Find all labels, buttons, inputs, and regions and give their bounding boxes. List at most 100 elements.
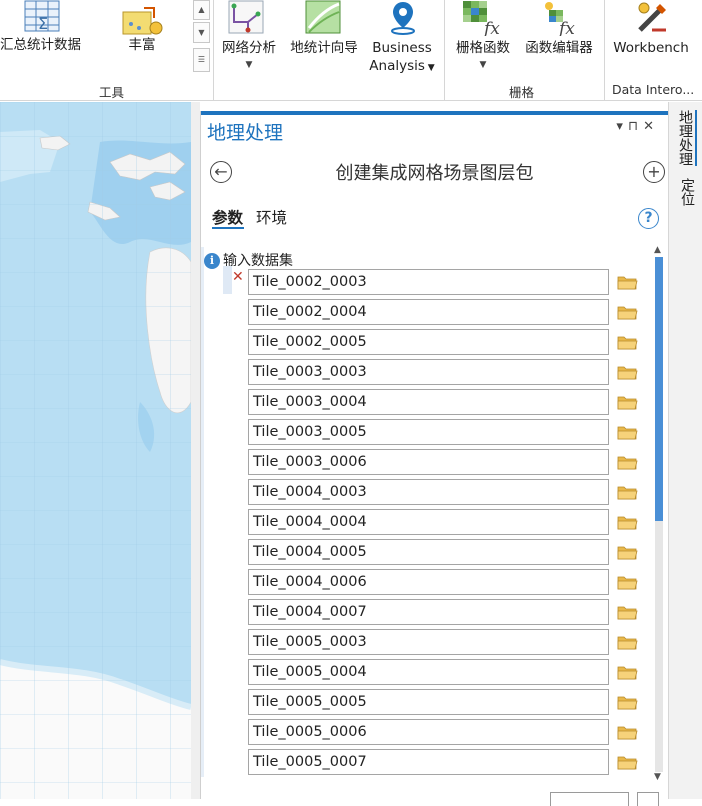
dataset-field[interactable]: Tile_0004_0003 — [248, 479, 609, 505]
svg-text:fx: fx — [482, 19, 500, 36]
info-icon[interactable]: i — [204, 253, 220, 269]
parameters-panel: i 输入数据集 ✕ Tile_0002_0003 Tile_0002_0004 Ti… — [201, 245, 668, 785]
summary-stats-icon: Σ — [24, 0, 60, 33]
dataset-row: Tile_0003_0005 — [248, 419, 668, 449]
folder-icon[interactable] — [617, 664, 638, 680]
ribbon-separator — [604, 0, 605, 100]
network-analysis-label: 网络分析 — [222, 40, 276, 56]
folder-icon[interactable] — [617, 424, 638, 440]
tab-parameters[interactable]: 参数 — [212, 206, 243, 228]
gallery-scroll-down[interactable]: ▼ — [193, 22, 210, 43]
gallery-expand[interactable]: ☰ — [193, 48, 210, 72]
enrich-button[interactable]: 丰富 — [112, 0, 172, 58]
folder-icon[interactable] — [617, 334, 638, 350]
dataset-row: Tile_0003_0004 — [248, 389, 668, 419]
dataset-field[interactable]: Tile_0005_0006 — [248, 719, 609, 745]
raster-functions-label: 栅格函数 — [456, 40, 510, 56]
close-icon[interactable]: ✕ — [643, 119, 659, 134]
scroll-down-icon[interactable]: ▼ — [654, 772, 661, 782]
folder-icon[interactable] — [617, 724, 638, 740]
dataset-field[interactable]: Tile_0003_0003 — [248, 359, 609, 385]
folder-icon[interactable] — [617, 544, 638, 560]
dataset-row: Tile_0004_0003 — [248, 479, 668, 509]
pin-icon[interactable]: ⊓ — [628, 119, 643, 134]
side-tab-geoprocessing[interactable]: 地理处理 — [677, 110, 697, 166]
dataset-field[interactable]: Tile_0005_0005 — [248, 689, 609, 715]
dataset-list: Tile_0002_0003 Tile_0002_0004 Tile_0002_00… — [248, 269, 668, 779]
run-button[interactable] — [550, 792, 629, 806]
geostat-wizard-button[interactable]: 地统计向导 — [285, 0, 363, 58]
scroll-up-icon[interactable]: ▲ — [654, 245, 661, 255]
ribbon-separator — [444, 0, 445, 100]
dataset-row: Tile_0005_0005 — [248, 689, 668, 719]
folder-icon[interactable] — [617, 754, 638, 770]
scroll-thumb[interactable] — [655, 257, 663, 521]
dataset-field[interactable]: Tile_0005_0003 — [248, 629, 609, 655]
network-analysis-icon — [228, 0, 264, 34]
pane-splitter[interactable] — [191, 102, 200, 799]
dataset-field[interactable]: Tile_0003_0006 — [248, 449, 609, 475]
help-icon[interactable]: ? — [638, 208, 659, 229]
input-datasets-label: 输入数据集 — [223, 253, 293, 269]
geoprocessing-pane: 地理处理 ▾⊓✕ ← 创建集成网格场景图层包 + 参数 环境 ? i 输入数据集… — [200, 111, 668, 806]
folder-icon[interactable] — [617, 274, 638, 290]
dataset-row: Tile_0005_0003 — [248, 629, 668, 659]
pane-scrollbar[interactable]: ▲ ▼ — [652, 245, 666, 785]
dataset-field[interactable]: Tile_0002_0004 — [248, 299, 609, 325]
business-analysis-label-1: Business — [372, 40, 432, 56]
chevron-down-icon: ▼ — [424, 63, 435, 73]
add-button[interactable]: + — [643, 161, 665, 183]
dataset-row: Tile_0002_0005 — [248, 329, 668, 359]
folder-icon[interactable] — [617, 304, 638, 320]
dataset-field[interactable]: Tile_0004_0006 — [248, 569, 609, 595]
pane-options-icon[interactable]: ▾ — [616, 119, 628, 134]
folder-icon[interactable] — [617, 484, 638, 500]
dataset-field[interactable]: Tile_0003_0004 — [248, 389, 609, 415]
folder-icon[interactable] — [617, 694, 638, 710]
folder-icon[interactable] — [617, 574, 638, 590]
run-options-button[interactable] — [637, 792, 659, 806]
param-indicator-bar — [201, 247, 204, 777]
folder-icon[interactable] — [617, 394, 638, 410]
tool-title: 创建集成网格场景图层包 — [335, 163, 534, 184]
function-editor-label: 函数编辑器 — [525, 40, 593, 56]
gallery-scroll-up[interactable]: ▲ — [193, 0, 210, 20]
dataset-row: Tile_0004_0004 — [248, 509, 668, 539]
folder-icon[interactable] — [617, 364, 638, 380]
business-analysis-button[interactable]: Business Analysis ▼ — [366, 0, 438, 76]
dataset-field[interactable]: Tile_0005_0004 — [248, 659, 609, 685]
dataset-field[interactable]: Tile_0005_0007 — [248, 749, 609, 775]
map-view[interactable] — [0, 102, 191, 799]
chevron-down-icon: ▼ — [245, 60, 253, 70]
dataset-field[interactable]: Tile_0004_0007 — [248, 599, 609, 625]
network-analysis-button[interactable]: 网络分析 ▼ — [216, 0, 282, 74]
dataset-field[interactable]: Tile_0004_0004 — [248, 509, 609, 535]
dataset-field[interactable]: Tile_0002_0003 — [248, 269, 609, 295]
selected-row-marker — [223, 266, 232, 294]
business-analysis-icon — [391, 2, 415, 35]
remove-icon[interactable]: ✕ — [232, 269, 244, 285]
side-tab-strip: 地理处理 定位 — [668, 102, 702, 799]
workbench-label: Workbench — [613, 40, 689, 56]
function-editor-button[interactable]: fx 函数编辑器 — [519, 0, 599, 58]
side-tab-locate[interactable]: 定位 — [677, 178, 697, 206]
dataset-field[interactable]: Tile_0002_0005 — [248, 329, 609, 355]
summary-stats-button[interactable]: Σ 汇总统计数据 — [0, 0, 86, 58]
dataset-field[interactable]: Tile_0003_0005 — [248, 419, 609, 445]
pane-accent-bar — [201, 111, 668, 115]
active-tab-indicator — [212, 227, 244, 229]
folder-icon[interactable] — [617, 454, 638, 470]
workbench-button[interactable]: Workbench — [608, 0, 694, 58]
raster-functions-button[interactable]: fx 栅格函数 ▼ — [450, 0, 516, 74]
pane-title: 地理处理 — [207, 122, 284, 144]
workbench-icon — [638, 2, 666, 32]
dataset-field[interactable]: Tile_0004_0005 — [248, 539, 609, 565]
folder-icon[interactable] — [617, 514, 638, 530]
folder-icon[interactable] — [617, 604, 638, 620]
dataset-row: Tile_0005_0007 — [248, 749, 668, 779]
svg-text:Σ: Σ — [38, 14, 48, 33]
folder-icon[interactable] — [617, 634, 638, 650]
tab-environments[interactable]: 环境 — [256, 206, 287, 228]
enrich-label: 丰富 — [128, 37, 156, 53]
dataset-row: Tile_0003_0006 — [248, 449, 668, 479]
